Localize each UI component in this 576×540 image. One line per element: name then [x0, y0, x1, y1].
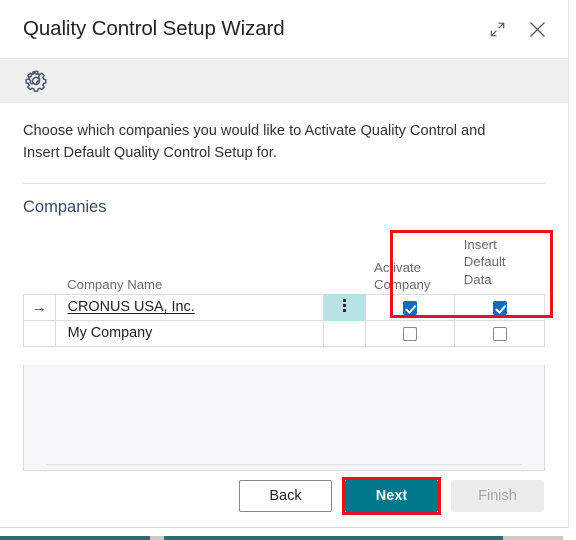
- insert-default-data-checkbox[interactable]: [492, 301, 507, 316]
- company-name-text: My Company: [67, 325, 153, 342]
- next-button-wrapper: Next: [342, 477, 441, 515]
- wizard-banner: [0, 58, 568, 103]
- expand-icon[interactable]: [485, 17, 509, 41]
- column-header-insert-default-data[interactable]: Insert Default Data: [454, 228, 545, 295]
- table-header-row: Company Name Activate Company Insert Def…: [23, 228, 545, 295]
- window-controls: [485, 17, 549, 41]
- activate-company-checkbox[interactable]: [402, 327, 417, 342]
- column-header-activate-company[interactable]: Activate Company: [365, 228, 455, 295]
- close-icon[interactable]: [525, 17, 549, 41]
- taskbar-segment[interactable]: [563, 536, 576, 540]
- companies-table: Company Name Activate Company Insert Def…: [23, 228, 545, 347]
- company-name-link[interactable]: CRONUS USA, Inc.: [68, 299, 195, 315]
- taskbar-segment[interactable]: [0, 536, 150, 540]
- taskbar-segment[interactable]: [503, 536, 563, 540]
- more-vertical-icon[interactable]: [342, 295, 346, 316]
- back-button[interactable]: Back: [239, 480, 332, 512]
- cell-insert-default-data[interactable]: [454, 319, 545, 347]
- cell-activate-company[interactable]: [364, 319, 456, 347]
- table-row[interactable]: → CRONUS USA, Inc.: [23, 293, 545, 321]
- cell-company-name[interactable]: CRONUS USA, Inc.: [54, 293, 324, 321]
- companies-table-wrapper: Company Name Activate Company Insert Def…: [23, 228, 553, 471]
- title-bar: Quality Control Setup Wizard: [0, 0, 568, 58]
- taskbar: [0, 533, 576, 540]
- column-header-company-name[interactable]: Company Name: [55, 228, 324, 295]
- next-button[interactable]: Next: [345, 480, 438, 512]
- intro-text: Choose which companies you would like to…: [23, 123, 486, 161]
- column-header-insert-line1: Insert: [463, 236, 497, 252]
- insert-default-data-checkbox[interactable]: [492, 327, 507, 342]
- dialog-content: Choose which companies you would like to…: [0, 121, 568, 471]
- column-header-indicator: [23, 228, 56, 295]
- content-divider: [23, 182, 545, 184]
- table-header: Company Name Activate Company Insert Def…: [23, 228, 545, 295]
- taskbar-segment[interactable]: [150, 536, 164, 540]
- table-row[interactable]: My Company: [23, 319, 545, 347]
- cell-company-name[interactable]: My Company: [54, 319, 324, 347]
- row-indicator-arrow: →: [23, 293, 56, 321]
- page-title: Quality Control Setup Wizard: [23, 17, 285, 40]
- activate-company-checkbox[interactable]: [402, 301, 417, 316]
- column-header-insert-line2: Default: [463, 254, 506, 270]
- taskbar-segment[interactable]: [164, 536, 503, 540]
- row-indicator-arrow: [23, 319, 56, 347]
- column-header-menu: [323, 228, 366, 295]
- column-header-activate-line2: Company: [374, 277, 431, 293]
- cell-insert-default-data[interactable]: [454, 293, 545, 321]
- table-empty-area: [23, 364, 545, 471]
- cell-row-menu[interactable]: [322, 319, 366, 347]
- cell-row-menu[interactable]: [322, 293, 366, 321]
- section-title-companies: Companies: [23, 197, 107, 216]
- cell-activate-company[interactable]: [364, 293, 456, 321]
- column-header-insert-line3: Data: [463, 271, 492, 287]
- finish-button: Finish: [451, 480, 544, 512]
- wizard-dialog: Quality Control Setup Wizard Choose whic…: [0, 0, 569, 528]
- column-header-activate-line1: Activate: [374, 259, 421, 275]
- table-body: → CRONUS USA, Inc. My Company: [23, 293, 545, 347]
- wizard-footer: Back Next Finish: [0, 465, 568, 527]
- gear-icon: [23, 68, 49, 94]
